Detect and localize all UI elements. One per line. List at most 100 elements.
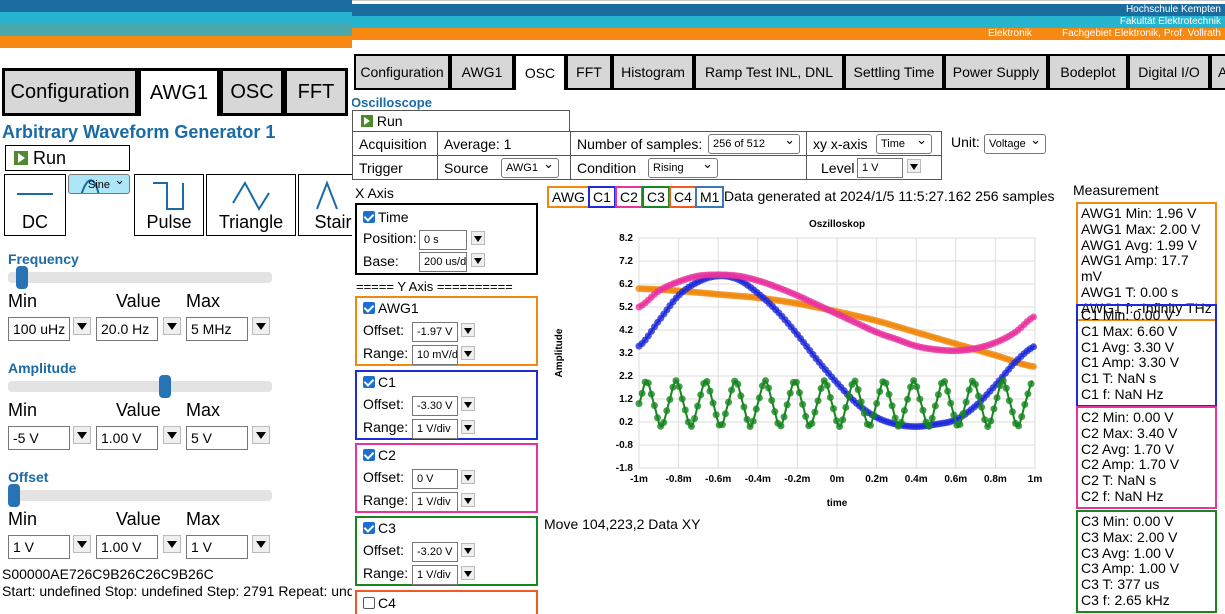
tab-digital-io[interactable]: Digital I/O: [1128, 54, 1210, 90]
amplitude-value-input[interactable]: 1.00 V: [96, 426, 158, 450]
amplitude-slider[interactable]: [8, 375, 272, 398]
waveform-stair-button[interactable]: Stair: [298, 174, 352, 236]
frequency-value-input[interactable]: 20.0 Hz: [96, 317, 158, 341]
awg1-offset-input[interactable]: -1.97 V: [412, 322, 458, 342]
chevron-down-icon[interactable]: [73, 426, 91, 444]
measurement-line: C2 Max: 3.40 V: [1081, 424, 1178, 441]
checkbox-unchecked-icon[interactable]: [363, 597, 375, 609]
checkbox-checked-icon[interactable]: [363, 376, 375, 388]
chevron-down-icon[interactable]: [252, 535, 270, 553]
legend-awg[interactable]: AWG: [547, 186, 590, 208]
legend-m1[interactable]: M1: [695, 186, 725, 208]
chevron-down-icon[interactable]: [461, 346, 475, 360]
samples-select[interactable]: 256 of 512: [708, 134, 800, 154]
c1-range-input[interactable]: 1 V/div: [412, 419, 458, 439]
oscilloscope-chart[interactable]: -1m -0.8m -0.6m -0.4m -0.2m 0m 0.2m 0.4m 0.6m 0.8…: [542, 212, 1042, 512]
position-input[interactable]: 0 s: [419, 230, 467, 250]
tab-configuration[interactable]: Configuration: [2, 68, 138, 116]
time-checkbox-row[interactable]: Time: [363, 209, 409, 225]
frequency-max-input[interactable]: 5 MHz: [186, 317, 248, 341]
tab-settling-time[interactable]: Settling Time: [844, 54, 944, 90]
chevron-down-icon[interactable]: [461, 543, 475, 557]
chevron-down-icon[interactable]: [252, 426, 270, 444]
run-button[interactable]: Run: [5, 145, 130, 171]
tab-osc[interactable]: OSC: [220, 68, 284, 116]
data-point: [962, 398, 970, 406]
base-input[interactable]: 200 us/div: [419, 252, 467, 272]
offset-value-input[interactable]: 1.00 V: [96, 535, 158, 559]
chevron-down-icon[interactable]: [163, 426, 181, 444]
legend-c4[interactable]: C4: [669, 186, 697, 208]
tab-more[interactable]: A: [1210, 54, 1225, 90]
chevron-down-icon[interactable]: [461, 493, 475, 507]
checkbox-checked-icon[interactable]: [363, 449, 375, 461]
frequency-slider-thumb[interactable]: [15, 266, 28, 289]
checkbox-checked-icon[interactable]: [363, 302, 375, 314]
waveform-sine-button[interactable]: Sine: [68, 174, 130, 194]
data-point: [941, 378, 949, 386]
waveform-pulse-button[interactable]: Pulse: [134, 174, 204, 236]
legend-c3[interactable]: C3: [642, 186, 670, 208]
c2-offset-input[interactable]: 0 V: [412, 469, 458, 489]
run-button[interactable]: Run: [352, 110, 570, 132]
offset-min-input[interactable]: 1 V: [8, 535, 70, 559]
chevron-down-icon[interactable]: [461, 397, 475, 411]
tab-osc[interactable]: OSC: [514, 54, 566, 90]
tab-fft[interactable]: FFT: [284, 68, 348, 116]
data-point: [1021, 401, 1029, 409]
offset-slider[interactable]: [8, 484, 272, 507]
chevron-down-icon[interactable]: [163, 317, 181, 335]
offset-slider-thumb[interactable]: [8, 484, 20, 507]
tab-fft[interactable]: FFT: [566, 54, 612, 90]
frequency-slider[interactable]: [8, 266, 272, 289]
amplitude-min-input[interactable]: -5 V: [8, 426, 70, 450]
legend-c2[interactable]: C2: [615, 186, 643, 208]
level-input[interactable]: 1 V: [857, 158, 903, 178]
chevron-down-icon[interactable]: [471, 253, 485, 267]
tab-histogram[interactable]: Histogram: [612, 54, 694, 90]
c3-range-input[interactable]: 1 V/div: [412, 565, 458, 585]
c3-offset-input[interactable]: -3.20 V: [412, 542, 458, 562]
waveform-triangle-button[interactable]: Triangle: [206, 174, 296, 236]
tab-awg1[interactable]: AWG1: [450, 54, 514, 90]
amplitude-slider-thumb[interactable]: [159, 375, 172, 398]
xy-select[interactable]: Time: [876, 134, 932, 154]
c1-checkbox-row[interactable]: C1: [363, 374, 396, 390]
measurement-line: C2 Min: 0.00 V: [1081, 409, 1174, 425]
oscilloscope-window: Hochschule Kempten Fakultät Elektrotechn…: [352, 0, 1225, 614]
tab-label: Ramp Test INL, DNL: [704, 64, 834, 80]
offset-max-input[interactable]: 1 V: [186, 535, 248, 559]
chevron-down-icon[interactable]: [471, 231, 485, 245]
checkbox-checked-icon[interactable]: [363, 522, 375, 534]
waveform-dc-button[interactable]: DC: [4, 174, 66, 236]
legend-c1[interactable]: C1: [588, 186, 616, 208]
chevron-down-icon[interactable]: [252, 317, 270, 335]
chevron-down-icon[interactable]: [461, 566, 475, 580]
unit-select[interactable]: Voltage: [984, 134, 1046, 154]
chevron-down-icon[interactable]: [907, 159, 921, 173]
condition-select[interactable]: Rising: [648, 158, 718, 178]
c2-range-input[interactable]: 1 V/div: [412, 492, 458, 512]
chevron-down-icon[interactable]: [73, 317, 91, 335]
c2-checkbox-row[interactable]: C2: [363, 447, 396, 463]
amplitude-max-input[interactable]: 5 V: [186, 426, 248, 450]
c1-offset-input[interactable]: -3.30 V: [412, 396, 458, 416]
chevron-down-icon[interactable]: [73, 535, 91, 553]
tab-awg1[interactable]: AWG1: [138, 68, 220, 116]
tab-configuration[interactable]: Configuration: [354, 54, 450, 90]
chevron-down-icon[interactable]: [461, 420, 475, 434]
checkbox-checked-icon[interactable]: [363, 211, 375, 223]
offset-label: Offset:: [363, 542, 404, 558]
c4-checkbox-row[interactable]: C4: [363, 595, 396, 611]
source-select[interactable]: AWG1: [501, 158, 559, 178]
frequency-min-input[interactable]: 100 uHz: [8, 317, 70, 341]
awg1-range-input[interactable]: 10 mV/div: [412, 345, 458, 365]
chevron-down-icon[interactable]: [461, 470, 475, 484]
tab-bodeplot[interactable]: Bodeplot: [1048, 54, 1128, 90]
c3-checkbox-row[interactable]: C3: [363, 520, 396, 536]
chevron-down-icon[interactable]: [461, 323, 475, 337]
tab-power-supply[interactable]: Power Supply: [944, 54, 1048, 90]
tab-ramp-test[interactable]: Ramp Test INL, DNL: [694, 54, 844, 90]
awg1-checkbox-row[interactable]: AWG1: [363, 300, 419, 316]
chevron-down-icon[interactable]: [163, 535, 181, 553]
